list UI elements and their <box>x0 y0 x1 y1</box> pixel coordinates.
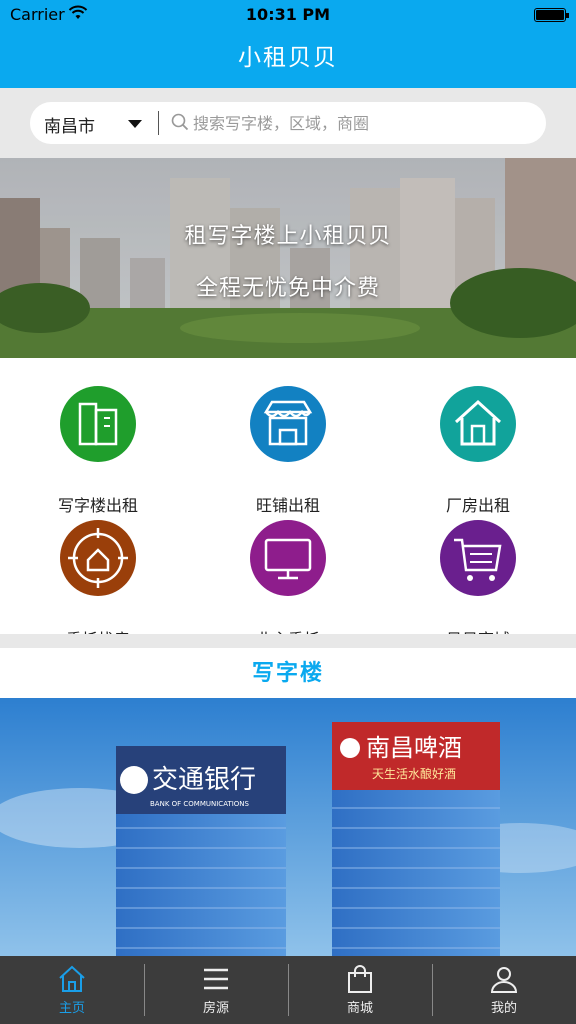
home-icon <box>59 965 85 992</box>
clock: 10:31 PM <box>245 5 331 24</box>
category-label: 写字楼出租 <box>57 496 138 515</box>
category-label: 旺铺出租 <box>255 496 320 515</box>
promo-banner[interactable]: 租写字楼上小租贝贝 全程无忧免中介费 <box>0 158 576 358</box>
sign-beer-text: 南昌啤酒 <box>366 734 462 762</box>
office-listing-image[interactable]: 交通银行 BANK OF COMMUNICATIONS 南昌啤酒 天生活水酿好酒 <box>0 698 576 956</box>
category-office-rent[interactable]: 写字楼出租 <box>2 386 194 516</box>
nav-bar: 小租贝贝 <box>0 30 576 88</box>
sign-bank-text: 交通银行 <box>152 765 256 795</box>
section-header: 写字楼 <box>0 648 576 698</box>
tab-bar: 主页 房源 商城 我的 <box>0 956 576 1024</box>
search-icon <box>171 113 189 135</box>
tab-label: 主页 <box>58 1001 85 1016</box>
battery-icon <box>534 8 569 22</box>
category-mall[interactable]: 贝贝商城 <box>382 520 574 650</box>
office-photo: 交通银行 BANK OF COMMUNICATIONS 南昌啤酒 天生活水酿好酒 <box>0 698 576 956</box>
shopping-bag-icon <box>348 965 372 993</box>
tab-profile[interactable]: 我的 <box>432 956 576 1024</box>
tab-label: 我的 <box>490 1001 517 1016</box>
section-separator <box>0 634 576 648</box>
shopping-cart-icon <box>440 520 516 596</box>
house-target-icon <box>60 520 136 596</box>
category-shop-rent[interactable]: 旺铺出租 <box>192 386 384 516</box>
caret-down-icon[interactable] <box>128 120 142 128</box>
search-input[interactable] <box>193 110 533 136</box>
factory-house-icon <box>440 386 516 462</box>
monitor-icon <box>250 520 326 596</box>
office-building-icon <box>60 386 136 462</box>
user-icon <box>490 967 518 993</box>
status-bar: Carrier 10:31 PM <box>0 0 576 30</box>
section-title: 写字楼 <box>251 661 324 686</box>
page-title: 小租贝贝 <box>238 45 338 71</box>
category-label: 厂房出租 <box>445 496 510 515</box>
banner-subline: 全程无忧免中介费 <box>195 276 380 301</box>
tab-listings[interactable]: 房源 <box>144 956 288 1024</box>
tab-home[interactable]: 主页 <box>0 956 144 1024</box>
tab-label: 商城 <box>346 1001 373 1016</box>
search-box: 南昌市 <box>30 102 546 144</box>
category-factory-rent[interactable]: 厂房出租 <box>382 386 574 516</box>
category-grid: 写字楼出租 旺铺出租 厂房出租 <box>0 358 576 649</box>
sign-beer-sub-text: 天生活水酿好酒 <box>372 766 456 781</box>
tab-mall[interactable]: 商城 <box>288 956 432 1024</box>
banner-headline: 租写字楼上小租贝贝 <box>184 224 392 249</box>
list-icon <box>204 968 228 990</box>
banner-image <box>0 158 576 358</box>
divider <box>158 111 159 135</box>
category-owner-entrust[interactable]: 业主委托 <box>192 520 384 650</box>
tab-label: 房源 <box>202 1001 229 1016</box>
sign-bank-en-text: BANK OF COMMUNICATIONS <box>150 800 250 808</box>
search-row: 南昌市 <box>0 88 576 158</box>
city-selector[interactable]: 南昌市 <box>44 112 95 137</box>
category-find-house[interactable]: 委托找房 <box>2 520 194 650</box>
shop-icon <box>250 386 326 462</box>
